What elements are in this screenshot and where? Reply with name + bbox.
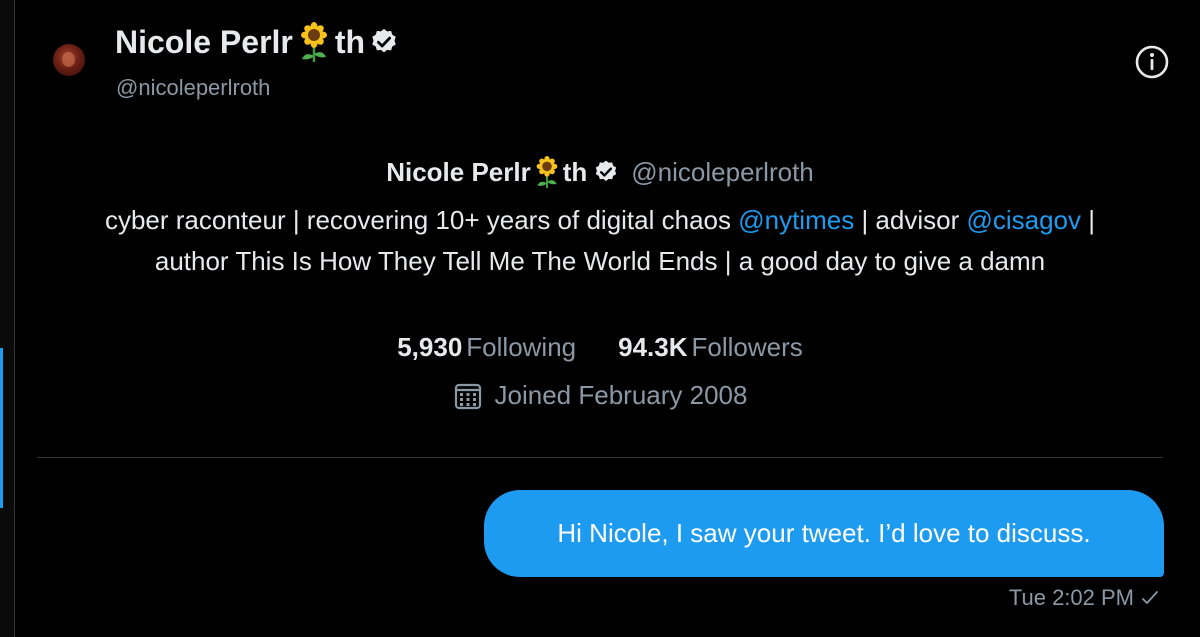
scrollbar[interactable] bbox=[0, 348, 3, 508]
profile-name[interactable]: Nicole Perlr th bbox=[386, 156, 587, 188]
following-label: Following bbox=[466, 332, 577, 362]
profile-name-suffix: th bbox=[562, 156, 588, 187]
profile-summary-card[interactable]: Nicole Perlr th @nicoleperlroth cyber ra… bbox=[37, 112, 1163, 458]
message-timestamp: Tue 2:02 PM bbox=[1009, 585, 1160, 611]
joined-text: Joined February 2008 bbox=[494, 380, 748, 410]
section-divider bbox=[37, 457, 1163, 458]
header-handle[interactable]: @nicoleperlroth bbox=[116, 75, 270, 101]
verified-badge-icon bbox=[372, 28, 396, 53]
header-name-prefix: Nicole Perlr bbox=[115, 23, 293, 60]
verified-badge-icon bbox=[596, 160, 617, 181]
bio-text: cyber raconteur | recovering 10+ years o… bbox=[104, 205, 739, 235]
calendar-icon bbox=[454, 383, 481, 409]
message-bubble[interactable]: Hi Nicole, I saw your tweet. I’d love to… bbox=[484, 490, 1164, 577]
info-icon bbox=[1135, 45, 1169, 79]
followers-link[interactable]: 94.3K Followers bbox=[618, 332, 803, 363]
following-link[interactable]: 5,930 Following bbox=[397, 332, 576, 363]
message-text: Hi Nicole, I saw your tweet. I’d love to… bbox=[557, 518, 1091, 548]
mention-link[interactable]: @cisagov bbox=[966, 205, 1081, 235]
mention-link[interactable]: @nytimes bbox=[738, 205, 854, 235]
sunflower-icon bbox=[536, 156, 558, 188]
sunflower-icon bbox=[300, 22, 327, 62]
header-name[interactable]: Nicole Perlr th bbox=[115, 22, 399, 62]
timestamp-text: Tue 2:02 PM bbox=[1008, 585, 1134, 610]
bio-text: | advisor bbox=[854, 205, 967, 235]
avatar[interactable] bbox=[53, 44, 85, 76]
header-name-suffix: th bbox=[334, 23, 366, 60]
profile-name-prefix: Nicole Perlr bbox=[386, 156, 531, 187]
profile-handle[interactable]: @nicoleperlroth bbox=[631, 157, 813, 188]
conversation-header: Nicole Perlr th @nicoleperlroth bbox=[15, 0, 1200, 112]
joined-date: Joined February 2008 bbox=[37, 380, 1163, 411]
sidebar-edge bbox=[0, 0, 14, 637]
following-count: 5,930 bbox=[397, 332, 463, 362]
profile-stats: 5,930 Following 94.3K Followers bbox=[37, 332, 1163, 363]
checkmark-icon bbox=[1142, 591, 1158, 604]
followers-count: 94.3K bbox=[618, 332, 688, 362]
profile-bio: cyber raconteur | recovering 10+ years o… bbox=[67, 200, 1133, 282]
followers-label: Followers bbox=[691, 332, 803, 362]
info-button[interactable] bbox=[1134, 44, 1170, 80]
profile-name-row: Nicole Perlr th @nicoleperlroth bbox=[37, 156, 1163, 188]
